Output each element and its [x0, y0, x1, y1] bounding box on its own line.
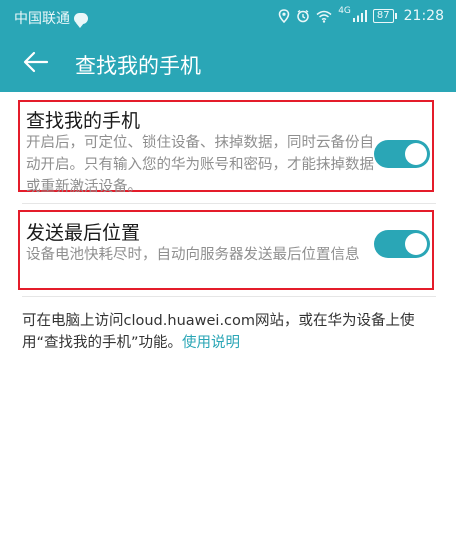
battery-icon: 87 — [372, 9, 397, 23]
app-toolbar: 查找我的手机 — [0, 36, 456, 92]
toggle-knob — [405, 233, 427, 255]
back-arrow-icon[interactable] — [22, 48, 50, 76]
setting-title: 查找我的手机 — [26, 110, 141, 132]
help-link[interactable]: 使用说明 — [182, 335, 240, 351]
setting-title: 发送最后位置 — [26, 222, 141, 244]
setting-send-last-location[interactable]: 发送最后位置 设备电池快耗尽时，自动向服务器发送最后位置信息 — [18, 210, 434, 290]
divider — [22, 296, 436, 297]
send-last-location-toggle[interactable] — [374, 230, 430, 258]
message-icon — [74, 12, 88, 28]
divider — [22, 203, 436, 204]
clock-label: 21:28 — [403, 8, 444, 24]
wifi-icon — [316, 10, 332, 23]
setting-find-my-phone[interactable]: 查找我的手机 开启后，可定位、锁住设备、抹掉数据，同时云备份自动开启。只有输入您… — [18, 100, 434, 195]
footer-info: 可在电脑上访问cloud.huawei.com网站，或在华为设备上使用“查找我的… — [22, 310, 438, 354]
page-title: 查找我的手机 — [75, 54, 201, 78]
network-type-label: 4G — [338, 6, 351, 16]
alarm-icon — [297, 9, 309, 23]
carrier-label: 中国联通 — [14, 11, 70, 27]
setting-description: 开启后，可定位、锁住设备、抹掉数据，同时云备份自动开启。只有输入您的华为账号和密… — [26, 135, 374, 195]
signal-icon — [352, 10, 367, 22]
status-bar: 中国联通 4G 87 21:28 — [0, 0, 456, 36]
setting-description: 设备电池快耗尽时，自动向服务器发送最后位置信息 — [26, 247, 360, 263]
find-my-phone-toggle[interactable] — [374, 140, 430, 168]
toggle-knob — [405, 143, 427, 165]
status-right: 4G 87 21:28 — [278, 6, 444, 24]
location-icon — [278, 9, 290, 23]
status-left: 中国联通 — [14, 8, 88, 28]
